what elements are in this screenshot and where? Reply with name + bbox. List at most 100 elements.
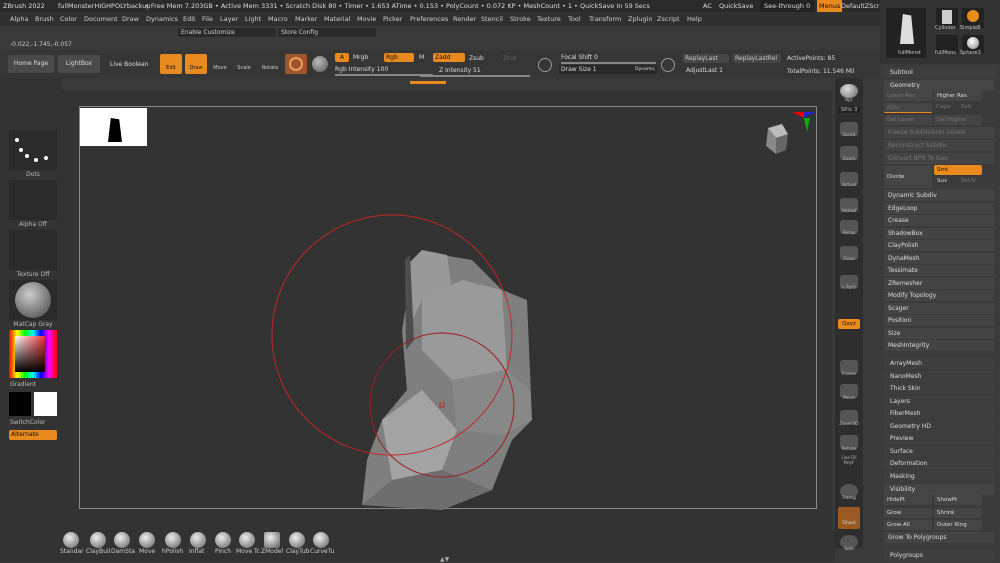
higher-res-button[interactable]: Higher Res	[934, 91, 982, 101]
menu-edit[interactable]: Edit	[183, 12, 196, 26]
move-button[interactable]: Move	[212, 56, 228, 72]
hpolish-brush-icon[interactable]	[165, 532, 181, 548]
rstr-button[interactable]: Rstr	[961, 104, 972, 110]
crease-item[interactable]: Crease	[884, 215, 994, 226]
geometry-hd-header[interactable]: Geometry HD	[884, 421, 994, 432]
lower-res-button[interactable]: Lower Res	[884, 91, 932, 101]
qxyz-button[interactable]: Qxyz	[838, 319, 860, 329]
showpt-button[interactable]: ShowPt	[934, 495, 982, 505]
rgb-button[interactable]: Rgb	[384, 53, 414, 62]
dynamic-subdiv-item[interactable]: Dynamic Subdiv	[884, 190, 994, 201]
m-button[interactable]: M	[419, 54, 424, 61]
menu-picker[interactable]: Picker	[383, 12, 402, 26]
material-swatch[interactable]	[285, 54, 307, 74]
position-item[interactable]: Position	[884, 315, 994, 326]
menu-color[interactable]: Color	[60, 12, 77, 26]
pinch-brush-icon[interactable]	[215, 532, 231, 548]
preview-header[interactable]: Preview	[884, 433, 994, 444]
move-brush-icon[interactable]	[139, 532, 155, 548]
mrgb-button[interactable]: Mrgb	[353, 54, 368, 61]
del-lower-button[interactable]: Del Lower	[884, 115, 932, 125]
shrink-button[interactable]: Shrink	[934, 508, 982, 518]
texture-thumbnail[interactable]	[9, 230, 57, 270]
navigation-cube[interactable]	[760, 120, 790, 165]
edit-button[interactable]: Edit	[160, 54, 182, 74]
menu-file[interactable]: File	[202, 12, 213, 26]
spix-slider[interactable]: SPix 3	[838, 107, 860, 113]
scager-item[interactable]: Scager	[884, 303, 994, 314]
focal-shift-track[interactable]	[561, 62, 656, 64]
secondary-color-swatch[interactable]	[34, 392, 57, 416]
standard-brush-icon[interactable]	[63, 532, 79, 548]
shelf-toggle-arrow[interactable]: ▲▼	[440, 556, 454, 563]
nanomesh-header[interactable]: NanoMesh	[884, 371, 994, 382]
menu-layer[interactable]: Layer	[220, 12, 238, 26]
modify-topology-item[interactable]: Modify Topology	[884, 290, 994, 301]
sculpt-d-icon[interactable]	[661, 58, 675, 72]
dynamic-button[interactable]: Dynamic	[635, 65, 655, 74]
quicksave-button[interactable]: QuickSave	[719, 0, 753, 12]
fibermesh-header[interactable]: FiberMesh	[884, 408, 994, 419]
home-page-button[interactable]: Home Page	[8, 55, 54, 73]
claypolish-item[interactable]: ClayPolish	[884, 240, 994, 251]
draw-size-slider[interactable]: Draw Size 1 Dynamic	[559, 65, 657, 74]
thick-skin-header[interactable]: Thick Skin	[884, 383, 994, 394]
smt-toggle[interactable]: Smt	[934, 165, 982, 175]
suv-toggle[interactable]: Suv	[937, 178, 947, 184]
menu-stencil[interactable]: Stencil	[481, 12, 503, 26]
menu-stroke[interactable]: Stroke	[510, 12, 531, 26]
menu-document[interactable]: Document	[84, 12, 118, 26]
hidept-button[interactable]: HidePt	[884, 495, 932, 505]
menu-alpha[interactable]: Alpha	[10, 12, 28, 26]
color-square[interactable]	[15, 336, 45, 372]
zadd-button[interactable]: Zadd	[433, 53, 465, 62]
inflate-brush-icon[interactable]	[190, 532, 206, 548]
arraymesh-header[interactable]: ArrayMesh	[884, 358, 994, 369]
menu-material[interactable]: Material	[324, 12, 350, 26]
divide-button[interactable]: Divide	[884, 166, 932, 188]
focal-shift-slider[interactable]: Focal Shift 0	[561, 54, 598, 61]
outer-ring-button[interactable]: Outer Ring	[934, 520, 982, 530]
sphere-icon[interactable]	[312, 56, 328, 72]
visibility-header[interactable]: Visibility	[884, 484, 994, 495]
menu-macro[interactable]: Macro	[268, 12, 288, 26]
live-boolean-button[interactable]: Live Boolean	[110, 61, 148, 68]
size-item[interactable]: Size	[884, 328, 994, 339]
a-button[interactable]: A	[335, 53, 349, 62]
claybuildup-brush-icon[interactable]	[90, 532, 106, 548]
ac-label[interactable]: AC	[703, 0, 712, 12]
enable-customize-button[interactable]: Enable Customize	[178, 28, 276, 37]
switch-color-button[interactable]: SwitchColor	[10, 419, 46, 426]
menu-brush[interactable]: Brush	[35, 12, 54, 26]
sdiv-slider[interactable]: SDiv	[884, 103, 932, 113]
menu-tool[interactable]: Tool	[568, 12, 581, 26]
movetopological-brush-icon[interactable]	[239, 532, 255, 548]
sculpt-s-icon[interactable]	[538, 58, 552, 72]
rgb-intensity-slider[interactable]: Rgb Intensity 100	[335, 66, 388, 73]
claytubes-brush-icon[interactable]	[289, 532, 305, 548]
adjust-last-slider[interactable]: AdjustLast 1	[686, 67, 723, 74]
replay-last-rel-button[interactable]: ReplayLastRel	[733, 54, 781, 63]
damstandard-brush-icon[interactable]	[114, 532, 130, 548]
dynamesh-item[interactable]: DynaMesh	[884, 253, 994, 264]
menu-help[interactable]: Help	[687, 12, 702, 26]
menu-movie[interactable]: Movie	[357, 12, 376, 26]
bpr-icon[interactable]	[840, 84, 858, 98]
stroke-dots-thumbnail[interactable]	[9, 130, 57, 170]
alpha-thumbnail[interactable]	[9, 180, 57, 220]
menu-texture[interactable]: Texture	[537, 12, 561, 26]
surface-header[interactable]: Surface	[884, 446, 994, 457]
menu-render[interactable]: Render	[453, 12, 476, 26]
reconstruct-subdiv-button[interactable]: Reconstruct Subdiv	[884, 140, 994, 151]
menus-button[interactable]: Menus	[817, 0, 843, 12]
zmodeler-brush-icon[interactable]	[264, 532, 280, 548]
menu-transform[interactable]: Transform	[589, 12, 621, 26]
freeze-subdiv-button[interactable]: Freeze SubDivision Levels	[884, 127, 994, 138]
rotate-button[interactable]: Rotate	[261, 56, 279, 72]
lightbox-button[interactable]: LightBox	[58, 55, 100, 73]
deformation-header[interactable]: Deformation	[884, 458, 994, 469]
menu-preferences[interactable]: Preferences	[410, 12, 448, 26]
grow-all-button[interactable]: Grow All	[884, 520, 932, 530]
grow-button[interactable]: Grow	[884, 508, 932, 518]
alternate-button[interactable]: Alternate	[9, 430, 57, 440]
